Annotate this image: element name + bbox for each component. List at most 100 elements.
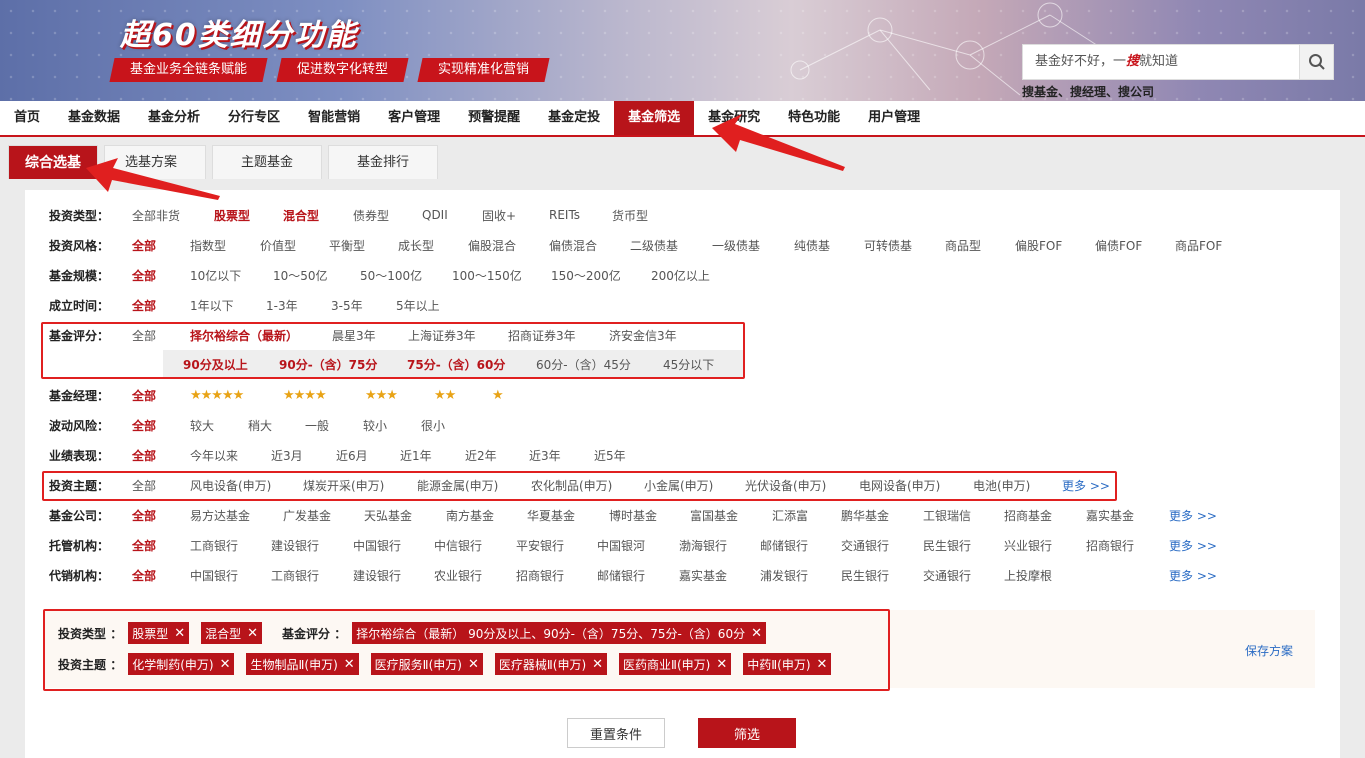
nav-item-fixed-invest[interactable]: 基金定投	[534, 101, 614, 135]
filter-option[interactable]: 50～100亿	[360, 267, 422, 284]
filter-option[interactable]: 中国银行	[353, 537, 401, 554]
filter-option[interactable]: 商品型	[945, 237, 981, 254]
filter-option[interactable]: 很小	[421, 417, 445, 434]
filter-option[interactable]: 建设银行	[271, 537, 319, 554]
filter-option[interactable]: 全部	[132, 417, 156, 434]
filter-option[interactable]: 全部	[132, 447, 156, 464]
filter-option[interactable]: 1-3年	[266, 297, 298, 314]
filter-option[interactable]: 建设银行	[353, 567, 401, 584]
filter-option[interactable]: 近3月	[271, 447, 303, 464]
filter-option[interactable]: 二级债基	[630, 237, 678, 254]
filter-option[interactable]: 全部	[132, 267, 156, 284]
filter-option[interactable]: 200亿以上	[651, 267, 710, 284]
star-rating-1[interactable]: ★	[492, 388, 504, 403]
search-button[interactable]	[1299, 45, 1333, 79]
filter-option[interactable]: 招商基金	[1004, 507, 1052, 524]
filter-option[interactable]: 全部	[132, 507, 156, 524]
nav-item-fund-data[interactable]: 基金数据	[54, 101, 134, 135]
nav-item-alert[interactable]: 预警提醒	[454, 101, 534, 135]
star-rating-2[interactable]: ★★	[434, 388, 456, 403]
filter-option[interactable]: QDII	[422, 208, 448, 222]
filter-option[interactable]: 嘉实基金	[679, 567, 727, 584]
filter-option[interactable]: 汇添富	[772, 507, 808, 524]
custodian-more-link[interactable]: 更多 >>	[1169, 537, 1217, 554]
filter-option[interactable]: 华夏基金	[527, 507, 575, 524]
nav-item-user-admin[interactable]: 用户管理	[854, 101, 934, 135]
filter-option[interactable]: 指数型	[190, 237, 226, 254]
filter-option[interactable]: 近5年	[594, 447, 626, 464]
filter-option[interactable]: 天弘基金	[364, 507, 412, 524]
filter-option[interactable]: 兴业银行	[1004, 537, 1052, 554]
filter-option[interactable]: 纯债基	[794, 237, 830, 254]
nav-item-fund-research[interactable]: 基金研究	[694, 101, 774, 135]
filter-option[interactable]: 平衡型	[329, 237, 365, 254]
filter-option[interactable]: 商品FOF	[1175, 237, 1222, 254]
filter-option[interactable]: 广发基金	[283, 507, 331, 524]
filter-option[interactable]: 易方达基金	[190, 507, 250, 524]
filter-option[interactable]: 上投摩根	[1004, 567, 1052, 584]
filter-option[interactable]: 全部	[132, 387, 156, 404]
filter-option[interactable]: 10～50亿	[273, 267, 328, 284]
distributor-more-link[interactable]: 更多 >>	[1169, 567, 1217, 584]
filter-option[interactable]: 工银瑞信	[923, 507, 971, 524]
filter-option[interactable]: 10亿以下	[190, 267, 241, 284]
filter-option[interactable]: 偏债混合	[549, 237, 597, 254]
filter-option[interactable]: 偏债FOF	[1095, 237, 1142, 254]
filter-option[interactable]: 今年以来	[190, 447, 238, 464]
filter-option[interactable]: 中国银河	[597, 537, 645, 554]
filter-option[interactable]: 偏股混合	[468, 237, 516, 254]
filter-option[interactable]: 3-5年	[331, 297, 363, 314]
filter-option[interactable]: 交通银行	[841, 537, 889, 554]
filter-option[interactable]: 全部非货	[132, 207, 180, 224]
filter-option[interactable]: 全部	[132, 237, 156, 254]
filter-option[interactable]: 偏股FOF	[1015, 237, 1062, 254]
star-rating-3[interactable]: ★★★	[365, 388, 398, 403]
tab-theme-funds[interactable]: 主题基金	[212, 145, 323, 179]
filter-option[interactable]: 南方基金	[446, 507, 494, 524]
filter-option[interactable]: 5年以上	[396, 297, 440, 314]
filter-option[interactable]: 平安银行	[516, 537, 564, 554]
filter-option[interactable]: 稍大	[248, 417, 272, 434]
filter-option[interactable]: 中信银行	[434, 537, 482, 554]
star-rating-4[interactable]: ★★★★	[283, 388, 327, 403]
filter-option[interactable]: 邮储银行	[760, 537, 808, 554]
filter-option[interactable]: 1年以下	[190, 297, 234, 314]
company-more-link[interactable]: 更多 >>	[1169, 507, 1217, 524]
filter-option[interactable]: 一级债基	[712, 237, 760, 254]
nav-item-features[interactable]: 特色功能	[774, 101, 854, 135]
star-rating-5[interactable]: ★★★★★	[190, 388, 244, 403]
filter-option[interactable]: 全部	[132, 297, 156, 314]
nav-item-fund-analysis[interactable]: 基金分析	[134, 101, 214, 135]
filter-option[interactable]: 近3年	[529, 447, 561, 464]
filter-option[interactable]: 货币型	[612, 207, 648, 224]
filter-option[interactable]: 交通银行	[923, 567, 971, 584]
filter-option[interactable]: 可转债基	[864, 237, 912, 254]
tab-fund-ranking[interactable]: 基金排行	[328, 145, 439, 179]
nav-item-customer[interactable]: 客户管理	[374, 101, 454, 135]
nav-item-smart-marketing[interactable]: 智能营销	[294, 101, 374, 135]
filter-option[interactable]: 全部	[132, 537, 156, 554]
save-plan-link[interactable]: 保存方案	[1245, 642, 1293, 659]
filter-option[interactable]: REITs	[549, 208, 580, 222]
filter-option[interactable]: 农业银行	[434, 567, 482, 584]
tab-plans[interactable]: 选基方案	[104, 145, 207, 179]
nav-item-home[interactable]: 首页	[0, 101, 54, 135]
filter-option[interactable]: 混合型	[283, 207, 319, 224]
tab-comprehensive[interactable]: 综合选基	[8, 145, 98, 179]
filter-option[interactable]: 150～200亿	[551, 267, 621, 284]
filter-option[interactable]: 近1年	[400, 447, 432, 464]
filter-option[interactable]: 价值型	[260, 237, 296, 254]
filter-option[interactable]: 近6月	[336, 447, 368, 464]
search-input[interactable]: 基金好不好，一搜就知道	[1035, 45, 1178, 79]
filter-option[interactable]: 民生银行	[923, 537, 971, 554]
filter-option[interactable]: 近2年	[465, 447, 497, 464]
filter-option[interactable]: 邮储银行	[597, 567, 645, 584]
filter-option[interactable]: 民生银行	[841, 567, 889, 584]
filter-option[interactable]: 招商银行	[1086, 537, 1134, 554]
filter-option[interactable]: 一般	[305, 417, 329, 434]
filter-option[interactable]: 工商银行	[190, 537, 238, 554]
filter-option[interactable]: 鹏华基金	[841, 507, 889, 524]
filter-option[interactable]: 浦发银行	[760, 567, 808, 584]
filter-option[interactable]: 100～150亿	[452, 267, 522, 284]
filter-option[interactable]: 较小	[363, 417, 387, 434]
